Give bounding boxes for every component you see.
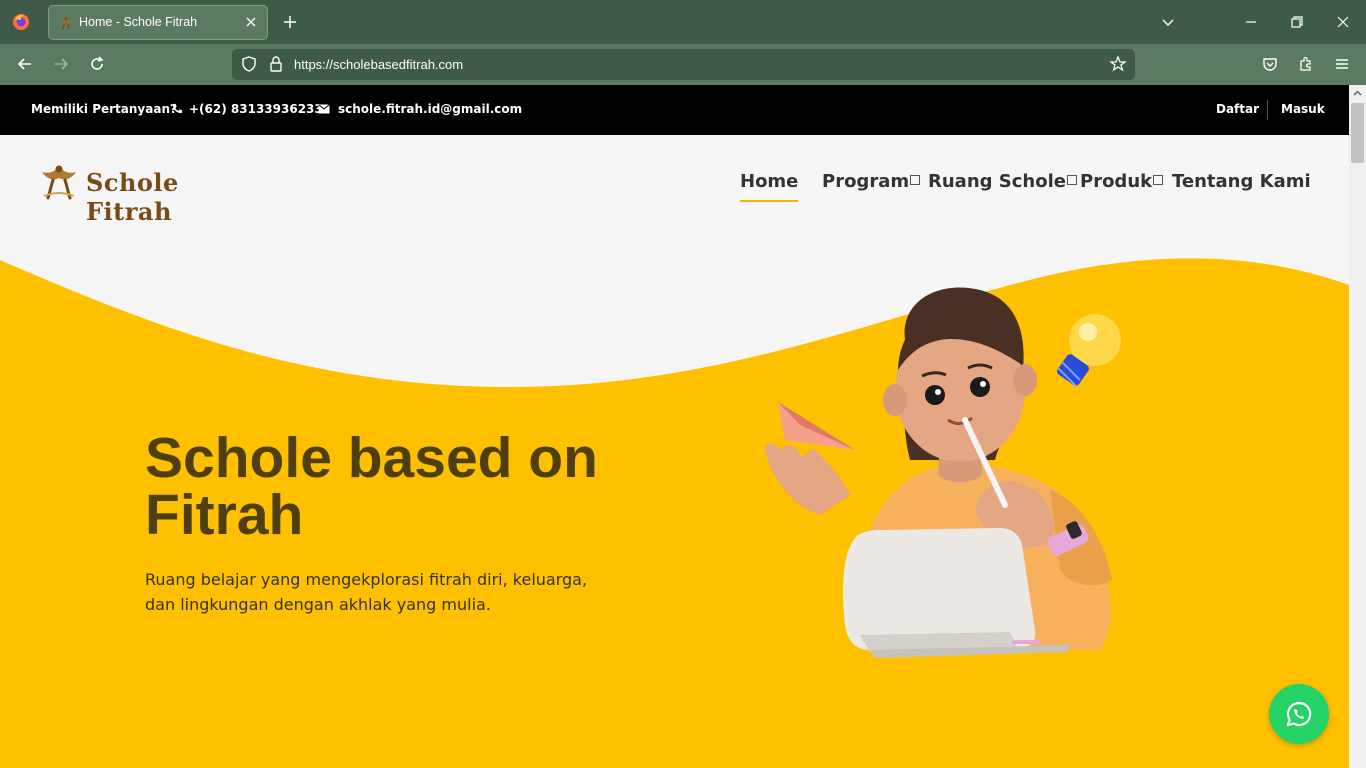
tab-list-chevron-icon[interactable]: [1160, 14, 1176, 30]
paper-plane-icon: [778, 402, 855, 450]
pocket-icon[interactable]: [1261, 55, 1279, 73]
lock-icon[interactable]: [267, 55, 285, 73]
hero-subtitle: Ruang belajar yang mengekplorasi fitrah …: [145, 570, 588, 614]
forward-icon[interactable]: [52, 55, 70, 73]
minimize-icon[interactable]: [1243, 14, 1259, 30]
email-address[interactable]: schole.fitrah.id@gmail.com: [338, 102, 522, 116]
topbar-divider: [1267, 100, 1268, 120]
menu-produk-label: Produk: [1080, 171, 1153, 192]
menu-home[interactable]: Home: [740, 171, 799, 202]
dropdown-arrow-icon: [910, 175, 921, 185]
menu-program-label: Program: [822, 171, 910, 192]
url-text[interactable]: https://scholebasedfitrah.com: [294, 57, 463, 72]
phone-icon: [172, 103, 183, 114]
bookmark-star-icon[interactable]: [1109, 55, 1127, 73]
register-link[interactable]: Daftar: [1216, 102, 1259, 116]
hero-illustration: [765, 287, 1121, 658]
logo-text: Schole Fitrah: [86, 168, 179, 226]
dropdown-arrow-icon: [1153, 175, 1164, 185]
menu-ruang-schole-label: Ruang Schole: [928, 171, 1066, 192]
whatsapp-button[interactable]: [1269, 684, 1329, 744]
browser-tab-bar: Home - Schole Fitrah: [0, 0, 1366, 44]
contact-top-bar: Memiliki Pertanyaan? +(62) 83133936233 s…: [0, 85, 1349, 135]
envelope-icon: [318, 104, 330, 114]
menu-produk[interactable]: Produk: [1080, 171, 1164, 192]
tab-title: Home - Schole Fitrah: [79, 15, 198, 29]
new-tab-icon[interactable]: [282, 14, 298, 30]
schole-favicon-icon: [60, 17, 72, 30]
menu-program[interactable]: Program: [822, 171, 921, 192]
site-logo[interactable]: Schole Fitrah: [38, 160, 238, 226]
menu-tentang-kami[interactable]: Tentang Kami: [1172, 171, 1311, 192]
menu-ruang-schole[interactable]: Ruang Schole: [928, 171, 1077, 192]
phone-number[interactable]: +(62) 83133936233: [189, 102, 323, 116]
firefox-icon[interactable]: [12, 13, 30, 31]
address-bar[interactable]: https://scholebasedfitrah.com: [232, 49, 1135, 80]
page-scrollbar[interactable]: [1349, 85, 1366, 768]
question-label: Memiliki Pertanyaan?: [31, 102, 177, 116]
close-tab-icon[interactable]: [243, 14, 259, 30]
scroll-up-arrow-icon[interactable]: [1353, 89, 1362, 98]
scrollbar-thumb[interactable]: [1351, 103, 1364, 163]
shield-icon[interactable]: [240, 55, 258, 73]
schole-logo-icon: [42, 165, 76, 200]
back-icon[interactable]: [16, 55, 34, 73]
login-link[interactable]: Masuk: [1281, 102, 1325, 116]
dropdown-arrow-icon: [1066, 175, 1077, 185]
hero-title: Schole based on Fitrah: [145, 426, 598, 547]
reload-icon[interactable]: [88, 55, 106, 73]
browser-tab[interactable]: Home - Schole Fitrah: [48, 5, 268, 40]
web-page: Memiliki Pertanyaan? +(62) 83133936233 s…: [0, 85, 1349, 768]
restore-icon[interactable]: [1289, 14, 1305, 30]
lightbulb-icon: [1057, 314, 1121, 387]
browser-nav-bar: https://scholebasedfitrah.com: [0, 44, 1366, 85]
extensions-icon[interactable]: [1297, 55, 1315, 73]
menu-hamburger-icon[interactable]: [1333, 55, 1351, 73]
close-window-icon[interactable]: [1335, 14, 1351, 30]
whatsapp-icon: [1286, 701, 1312, 727]
